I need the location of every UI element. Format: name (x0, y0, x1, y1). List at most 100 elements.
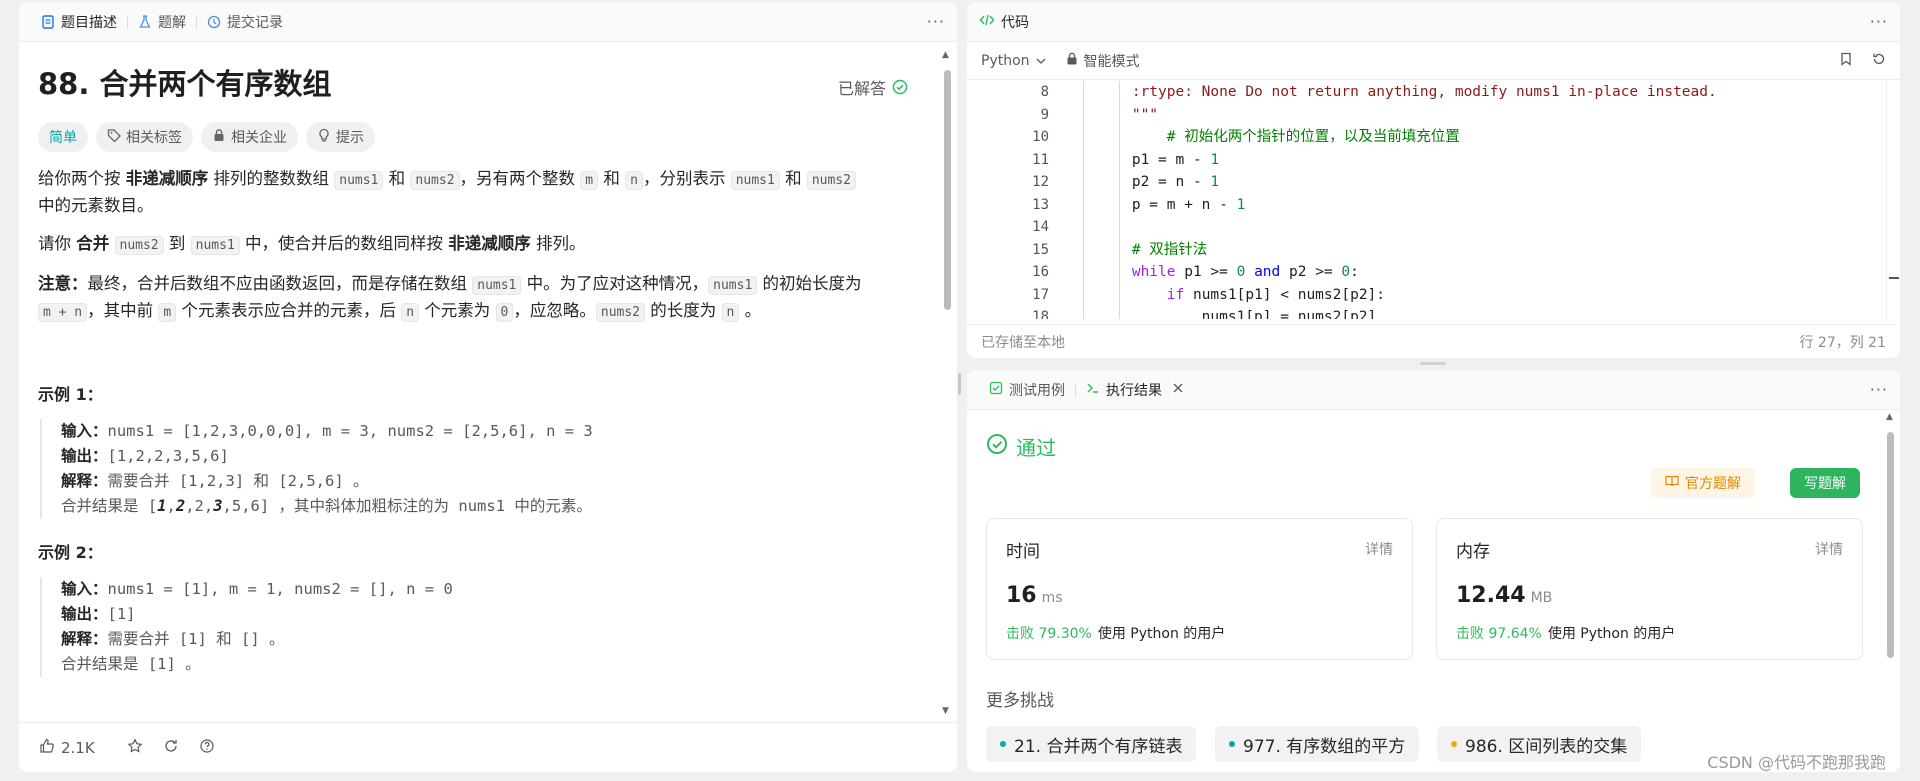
challenge-chip[interactable]: 21. 合并两个有序链表 (986, 726, 1197, 762)
memory-card[interactable]: 内存 详情 12.44 MB 击败 97.64% 使用 Python 的用户 (1436, 518, 1863, 660)
emphasis: 合并 (76, 234, 110, 253)
runtime-detail-link[interactable]: 详情 (1365, 539, 1393, 559)
more-options-icon[interactable]: ··· (1870, 380, 1888, 399)
reset-icon[interactable] (1872, 52, 1886, 70)
text: 到 (163, 234, 191, 253)
inline-code: nums2 (410, 171, 460, 190)
challenge-chip[interactable]: 977. 有序数组的平方 (1215, 726, 1420, 762)
write-solution-button[interactable]: 写题解 (1790, 468, 1860, 498)
smart-mode-toggle[interactable]: 智能模式 (1066, 51, 1140, 71)
memory-beat-percent: 击败 97.64% (1456, 626, 1542, 642)
star-icon[interactable] (127, 737, 143, 758)
example-2-title: 示例 2： (38, 543, 103, 562)
tab-testcase-label: 测试用例 (1009, 382, 1065, 399)
inline-code: nums1 (190, 236, 240, 255)
label: 输出： (61, 605, 108, 623)
line-number: 16 (1032, 264, 1049, 280)
close-icon[interactable] (1172, 382, 1184, 398)
tab-code[interactable]: 代码 (979, 2, 1039, 42)
text: 的长度为 (645, 301, 722, 320)
check-circle-icon (986, 433, 1008, 460)
hint-button[interactable]: 提示 (306, 122, 375, 152)
dot-icon (1451, 741, 1457, 747)
related-companies-button[interactable]: 相关企业 (201, 122, 298, 152)
tab-description[interactable]: 题目描述 (31, 2, 127, 42)
like-button[interactable]: 2.1K (39, 738, 95, 758)
code-source[interactable]: :rtype: None Do not return anything, mod… (1062, 81, 1717, 319)
tag-icon (107, 128, 121, 146)
editor-scrollbar[interactable] (1886, 81, 1900, 319)
example-1-merge: 合并结果是 [1,2,2,3,5,6] ，其中斜体加粗标注的为 nums1 中的… (61, 494, 918, 519)
related-tags-button[interactable]: 相关标签 (96, 122, 193, 152)
label: 输入： (61, 422, 108, 440)
text (109, 234, 114, 253)
line-number: 13 (1032, 196, 1049, 213)
scrollbar-thumb[interactable] (1887, 432, 1894, 658)
text: 个元素表示应合并的元素，后 (176, 301, 402, 320)
memory-label: 内存 (1456, 542, 1490, 562)
result-scrollbar[interactable]: ▲ (1882, 410, 1900, 772)
inline-code: m (580, 171, 599, 190)
difficulty-tag[interactable]: 简单 (38, 122, 88, 152)
check-circle-icon (892, 79, 908, 95)
help-icon[interactable] (199, 738, 215, 758)
runtime-label: 时间 (1006, 542, 1040, 562)
more-options-icon[interactable]: ··· (927, 12, 945, 31)
pass-status: 通过 (986, 432, 1863, 461)
description-panel: 题目描述 题解 提交记录 ··· 88. 合并两个有序数组 已解答 简单 相关标… (19, 2, 957, 772)
code-tabbar: 代码 ··· (967, 2, 1900, 42)
line-number: 9 (1040, 106, 1049, 123)
official-solution-button[interactable]: 官方题解 (1651, 468, 1755, 498)
description-scrollbar[interactable]: ▲ ▼ (941, 50, 953, 716)
history-icon (207, 15, 221, 29)
scroll-up-icon[interactable]: ▲ (1886, 412, 1893, 422)
save-status: 已存储至本地 (981, 334, 1065, 351)
memory-beats: 击败 97.64% 使用 Python 的用户 (1456, 623, 1843, 643)
line-number: 10 (1032, 129, 1049, 145)
example-1-input: 输入：nums1 = [1,2,3,0,0,0], m = 3, nums2 =… (61, 419, 918, 444)
scrollbar-thumb[interactable] (944, 70, 951, 310)
example-2-input: 输入：nums1 = [1], m = 1, nums2 = [], n = 0 (61, 577, 918, 602)
text: 中，使合并后的数组同样按 (239, 234, 449, 253)
example-2-output: 输出：[1] (61, 602, 918, 627)
memory-unit: MB (1530, 590, 1553, 606)
solved-badge: 已解答 (838, 75, 908, 99)
runtime-card[interactable]: 时间 详情 16 ms 击败 79.30% 使用 Python 的用户 (986, 518, 1413, 660)
example-1-explain: 解释：需要合并 [1,2,3] 和 [2,5,6] 。 (61, 469, 918, 494)
text: 合并结果是 [ (61, 497, 158, 515)
scroll-up-icon[interactable]: ▲ (942, 50, 949, 60)
tab-submissions[interactable]: 提交记录 (197, 2, 293, 42)
text: ，另有两个整数 (459, 169, 581, 188)
memory-detail-link[interactable]: 详情 (1815, 539, 1843, 559)
inline-code: 0 (495, 303, 514, 322)
language-select[interactable]: Python (981, 53, 1046, 69)
terminal-icon (1086, 381, 1100, 399)
challenge-chip[interactable]: 986. 区间列表的交集 (1437, 726, 1642, 762)
scroll-down-icon[interactable]: ▼ (942, 706, 949, 716)
result-tabbar: 测试用例 执行结果 ··· (967, 370, 1900, 410)
thumbs-up-icon (39, 738, 55, 758)
memory-value: 12.44 MB (1456, 583, 1843, 608)
more-options-icon[interactable]: ··· (1870, 12, 1888, 31)
emphasis: 非递减顺序 (125, 169, 209, 188)
inline-code: n (401, 303, 420, 322)
tab-solutions[interactable]: 题解 (128, 2, 196, 42)
line-number: 12 (1032, 174, 1049, 190)
bookmark-icon[interactable] (1840, 52, 1852, 70)
text: 给你两个按 (38, 169, 126, 188)
description-footer: 2.1K (19, 722, 957, 772)
text: 中。为了应对这种情况， (521, 274, 709, 293)
value: nums1 = [1,2,3,0,0,0], m = 3, nums2 = [2… (107, 422, 593, 440)
vertical-resize-handle[interactable] (958, 373, 961, 395)
share-icon[interactable] (163, 738, 179, 758)
horizontal-resize-handle[interactable] (1420, 362, 1446, 365)
lock-icon (212, 128, 226, 146)
label: 解释： (61, 630, 108, 648)
inline-code: nums1 (472, 276, 522, 295)
inline-code: nums2 (595, 303, 646, 322)
tab-result[interactable]: 执行结果 (1076, 370, 1194, 410)
problem-content: 88. 合并两个有序数组 已解答 简单 相关标签 相关企业 提示 给你两个按 非… (19, 42, 937, 722)
text: 排列。 (530, 234, 586, 253)
tab-testcase[interactable]: 测试用例 (979, 370, 1075, 410)
code-editor[interactable]: 8 9 10 11 12 13 14 15 16 17 18 :rtype: None Do not… (967, 81, 1887, 319)
